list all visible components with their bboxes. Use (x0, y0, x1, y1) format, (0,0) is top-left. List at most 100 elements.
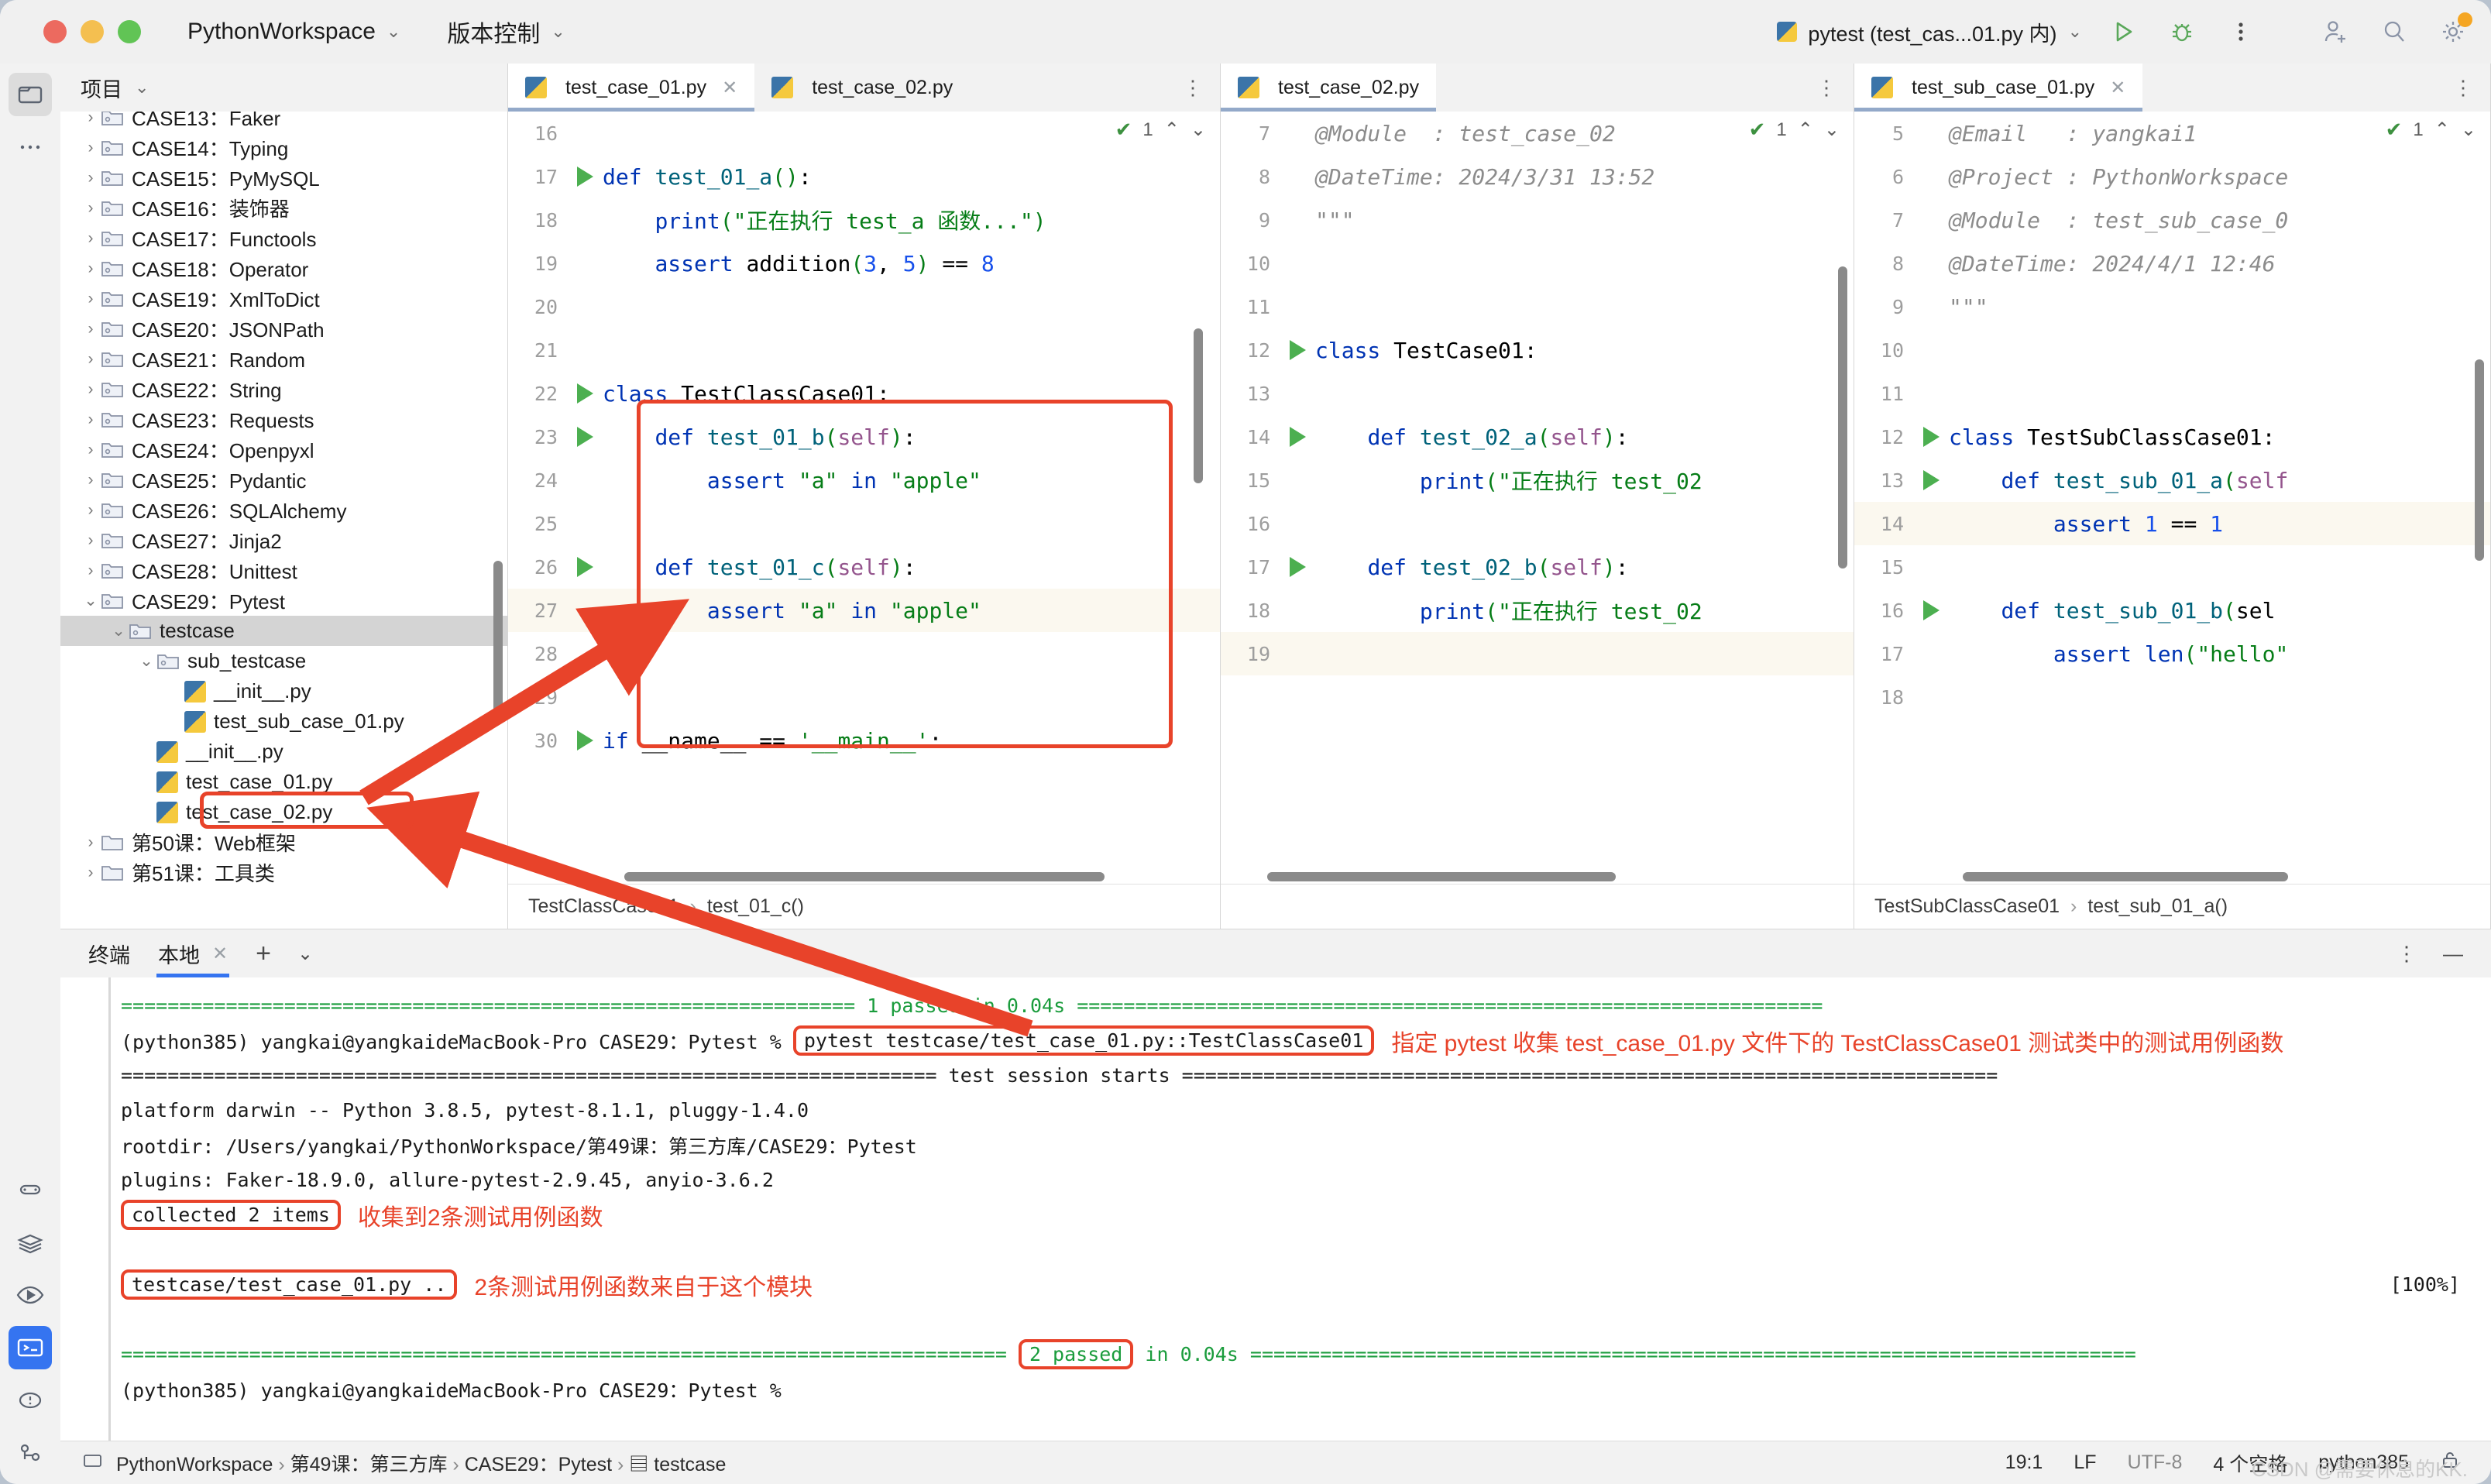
editor-hscrollbar[interactable] (1854, 870, 2490, 884)
settings-icon[interactable] (2435, 12, 2472, 50)
tree-item[interactable]: › CASE28：Unittest (60, 555, 507, 586)
tree-item[interactable]: › CASE25：Pydantic (60, 465, 507, 495)
editor-hscrollbar[interactable] (508, 870, 1220, 884)
status-breadcrumb-item[interactable]: 第49课：第三方库 (290, 1454, 448, 1475)
maximize-window-button[interactable] (118, 20, 141, 43)
tree-item[interactable]: ·test_case_01.py (60, 767, 507, 797)
rail-terminal-icon[interactable] (9, 1326, 52, 1369)
run-gutter-icon[interactable] (567, 730, 603, 751)
editor-breadcrumb[interactable]: TestSubClassCase01 › test_sub_01_a() (1854, 884, 2490, 929)
inspection-next-icon[interactable]: ⌄ (1824, 119, 1840, 141)
editor-vscrollbar[interactable] (2475, 359, 2484, 561)
vcs-selector[interactable]: 版本控制 ⌄ (447, 15, 565, 49)
inspection-widget[interactable]: ✔ 1 ⌃ ⌄ (1115, 118, 1206, 142)
editor-vscrollbar[interactable] (1838, 266, 1847, 569)
tree-expand-arrow[interactable]: › (81, 259, 101, 278)
run-icon[interactable] (2105, 14, 2141, 50)
tree-expand-arrow[interactable]: › (81, 199, 101, 218)
run-gutter-icon[interactable] (567, 427, 603, 447)
editor-tabs-more-icon[interactable]: ⋮ (2436, 64, 2490, 112)
rail-run-icon[interactable] (9, 1273, 52, 1317)
debug-icon[interactable] (2164, 14, 2200, 50)
tree-expand-arrow[interactable]: › (81, 562, 101, 580)
file-encoding[interactable]: UTF-8 (2128, 1451, 2183, 1474)
tree-expand-arrow[interactable]: › (81, 864, 101, 882)
caret-position[interactable]: 19:1 (2005, 1451, 2043, 1474)
terminal-options-icon[interactable]: ⋮ (2397, 942, 2417, 966)
editor-tab[interactable]: test_case_01.py ✕ (508, 64, 755, 112)
tree-item[interactable]: › CASE23：Requests (60, 404, 507, 435)
tree-expand-arrow[interactable]: › (81, 471, 101, 490)
add-user-icon[interactable] (2317, 14, 2353, 50)
tree-expand-arrow[interactable]: › (81, 501, 101, 520)
code-editor[interactable]: 16 17 def test_01_a(): 18 print("正在执行 test_… (508, 112, 1220, 884)
status-breadcrumb[interactable]: PythonWorkspace › 第49课：第三方库 › CASE29：Pyt… (116, 1449, 726, 1477)
rail-database-icon[interactable] (9, 1221, 52, 1264)
inspection-next-icon[interactable]: ⌄ (2461, 119, 2476, 141)
breadcrumb-item[interactable]: test_01_c() (707, 895, 804, 918)
inspection-next-icon[interactable]: ⌄ (1191, 119, 1206, 141)
inspection-prev-icon[interactable]: ⌃ (1164, 119, 1180, 141)
tree-item[interactable]: › CASE22：String (60, 374, 507, 404)
new-terminal-button[interactable]: + (256, 939, 271, 969)
editor-vscrollbar[interactable] (1194, 328, 1203, 483)
editor-tabs-more-icon[interactable]: ⋮ (1166, 64, 1220, 112)
run-gutter-icon[interactable] (1913, 427, 1949, 447)
tree-expand-arrow[interactable]: › (81, 441, 101, 459)
project-selector[interactable]: PythonWorkspace ⌄ (187, 19, 400, 45)
editor-tab[interactable]: test_case_02.py (754, 64, 970, 112)
tree-expand-arrow[interactable]: › (81, 229, 101, 248)
tree-expand-arrow[interactable]: › (81, 139, 101, 157)
tree-item[interactable]: › CASE17：Functools (60, 223, 507, 253)
tree-item[interactable]: › CASE13：Faker (60, 112, 507, 132)
tree-item[interactable]: › CASE24：Openpyxl (60, 435, 507, 465)
tree-item[interactable]: ·test_sub_case_01.py (60, 706, 507, 737)
status-breadcrumb-item[interactable]: CASE29：Pytest (465, 1454, 612, 1475)
inspection-prev-icon[interactable]: ⌃ (2434, 119, 2450, 141)
more-icon[interactable] (2223, 14, 2259, 50)
tree-item[interactable]: › CASE20：JSONPath (60, 314, 507, 344)
run-gutter-icon[interactable] (1913, 470, 1949, 490)
tree-expand-arrow[interactable]: ⌄ (136, 651, 156, 671)
tree-item[interactable]: › CASE14：Typing (60, 132, 507, 163)
status-breadcrumb-item[interactable]: testcase (654, 1454, 726, 1475)
run-gutter-icon[interactable] (567, 557, 603, 577)
editor-hscrollbar[interactable] (1221, 870, 1854, 884)
close-icon[interactable]: ✕ (722, 77, 737, 99)
run-gutter-icon[interactable] (1913, 600, 1949, 620)
editor-tab[interactable]: test_sub_case_01.py ✕ (1854, 64, 2143, 112)
editor-tabs-more-icon[interactable]: ⋮ (1799, 64, 1854, 112)
chevron-down-icon[interactable]: ⌄ (297, 943, 313, 965)
tree-item[interactable]: ⌄ sub_testcase (60, 646, 507, 676)
inspection-prev-icon[interactable]: ⌃ (1798, 119, 1813, 141)
tree-item[interactable]: › 第50课：Web框架 (60, 827, 507, 857)
tree-expand-arrow[interactable]: › (81, 411, 101, 429)
tree-expand-arrow[interactable]: › (81, 169, 101, 187)
window-controls[interactable] (43, 20, 141, 43)
tree-item[interactable]: ·__init__.py (60, 737, 507, 767)
inspection-widget[interactable]: ✔ 1 ⌃ ⌄ (2386, 118, 2476, 142)
tree-item[interactable]: ·test_case_02.py (60, 797, 507, 827)
tree-expand-arrow[interactable]: ⌄ (81, 591, 101, 610)
breadcrumb-item[interactable]: TestSubClassCase01 (1874, 895, 2060, 918)
tree-item[interactable]: › CASE21：Random (60, 344, 507, 374)
line-separator[interactable]: LF (2074, 1451, 2096, 1474)
breadcrumb-item[interactable]: TestClassCase01 (528, 895, 679, 918)
tree-item[interactable]: ⌄ testcase (60, 616, 507, 646)
tree-expand-arrow[interactable]: › (81, 320, 101, 338)
tree-expand-arrow[interactable]: › (81, 833, 101, 852)
tree-item[interactable]: › CASE18：Operator (60, 253, 507, 283)
tree-expand-arrow[interactable]: › (81, 112, 101, 127)
rail-more-icon[interactable] (9, 125, 52, 169)
tree-scrollbar[interactable] (493, 561, 503, 716)
project-panel-header[interactable]: 项目 ⌄ (60, 64, 507, 112)
tree-item[interactable]: ·__init__.py (60, 676, 507, 706)
terminal-tab-local[interactable]: 本地 ✕ (156, 929, 230, 977)
close-window-button[interactable] (43, 20, 67, 43)
tree-item[interactable]: › CASE19：XmlToDict (60, 283, 507, 314)
editor-breadcrumb[interactable]: TestClassCase01 › test_01_c() (508, 884, 1220, 929)
status-breadcrumb-item[interactable]: PythonWorkspace (116, 1454, 273, 1475)
run-gutter-icon[interactable] (1280, 427, 1315, 447)
tree-expand-arrow[interactable]: › (81, 290, 101, 308)
run-gutter-icon[interactable] (567, 383, 603, 404)
